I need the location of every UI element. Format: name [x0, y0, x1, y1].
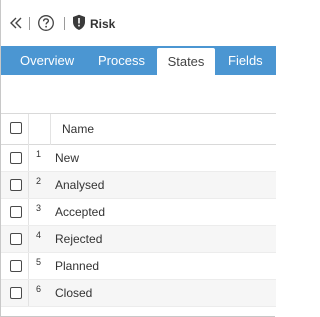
tab-overview[interactable]: Overview — [20, 46, 74, 75]
column-divider — [28, 199, 29, 225]
row-checkbox[interactable] — [10, 152, 22, 164]
tab-fields[interactable]: Fields — [228, 46, 263, 75]
row-name: Accepted — [55, 205, 106, 219]
row-index: 5 — [36, 257, 42, 267]
toolbar-divider — [64, 17, 65, 30]
table-row[interactable]: 6 Closed — [1, 280, 276, 307]
column-divider — [28, 253, 29, 279]
checkbox-box — [10, 152, 22, 164]
tab-bar: Overview Process States Fields — [1, 46, 276, 75]
column-divider — [28, 145, 29, 171]
toolbar-title: Risk — [90, 17, 116, 31]
table-row[interactable]: 4 Rejected — [1, 226, 276, 253]
row-index: 1 — [36, 149, 42, 159]
row-index: 3 — [36, 203, 42, 213]
checkbox-box — [10, 287, 22, 299]
column-divider — [28, 280, 29, 306]
checkbox-box — [10, 179, 22, 191]
row-name: Closed — [55, 286, 93, 300]
select-all-checkbox[interactable] — [10, 122, 22, 134]
row-index: 2 — [36, 176, 42, 186]
column-divider — [50, 114, 51, 145]
checkbox-box — [10, 122, 22, 134]
row-name: Rejected — [55, 232, 103, 246]
checkbox-box — [10, 206, 22, 218]
grid-header: Name — [1, 113, 276, 145]
row-checkbox[interactable] — [10, 233, 22, 245]
column-divider — [28, 226, 29, 252]
row-name: New — [55, 151, 80, 165]
row-checkbox[interactable] — [10, 260, 22, 272]
table-row[interactable]: 3 Accepted — [1, 199, 276, 226]
column-header-name[interactable]: Name — [62, 114, 94, 145]
checkbox-box — [10, 233, 22, 245]
collapse-icon[interactable] — [8, 15, 24, 31]
row-name: Analysed — [55, 178, 105, 192]
tab-process[interactable]: Process — [98, 46, 145, 75]
toolbar: Risk — [1, 0, 276, 46]
row-checkbox[interactable] — [10, 287, 22, 299]
tab-states[interactable]: States — [157, 48, 215, 75]
checkbox-box — [10, 260, 22, 272]
column-divider — [28, 114, 29, 145]
table-row[interactable]: 5 Planned — [1, 253, 276, 280]
window-frame: Risk Overview Process States Fields Name… — [0, 0, 276, 317]
table-row[interactable]: 1 New — [1, 145, 276, 172]
shield-icon — [73, 14, 85, 30]
row-name: Planned — [55, 259, 100, 273]
toolbar-divider — [29, 17, 30, 30]
table-row[interactable]: 2 Analysed — [1, 172, 276, 199]
row-checkbox[interactable] — [10, 206, 22, 218]
column-divider — [28, 172, 29, 198]
row-checkbox[interactable] — [10, 179, 22, 191]
row-index: 4 — [36, 230, 42, 240]
help-icon[interactable] — [37, 14, 55, 32]
row-index: 6 — [36, 284, 42, 294]
